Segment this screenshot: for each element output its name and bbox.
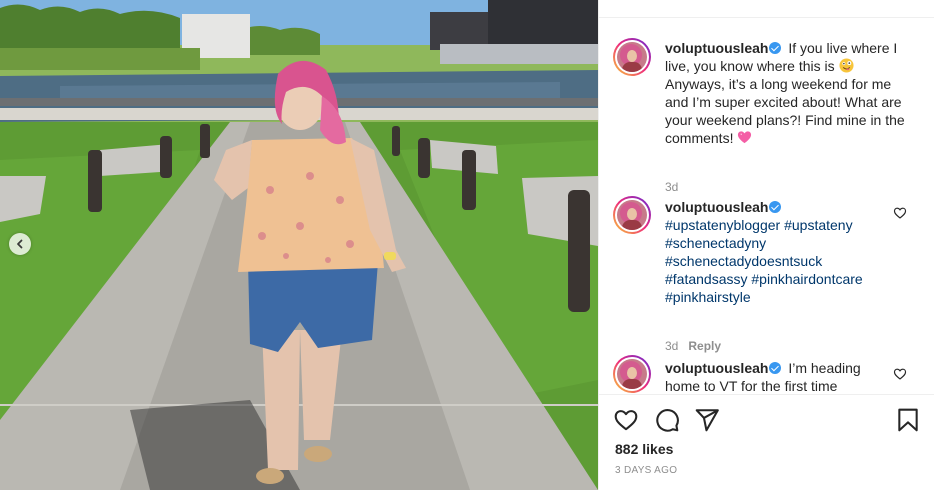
- post-date[interactable]: 3 DAYS AGO: [615, 465, 677, 476]
- comment-time[interactable]: 3d: [665, 180, 678, 194]
- hashtag-link[interactable]: #upstateny: [784, 217, 853, 233]
- comment-meta: 3d: [665, 180, 678, 194]
- hashtag-link[interactable]: #schenectadydoesntsuck: [665, 253, 822, 269]
- caption-text: voluptuousleah If you live where I live,…: [665, 39, 905, 147]
- bookmark-icon[interactable]: [895, 407, 921, 433]
- post-sidebar: voluptuousleah If you live where I live,…: [598, 0, 934, 490]
- comment-username[interactable]: voluptuousleah: [665, 360, 768, 376]
- comment-like-icon[interactable]: [893, 206, 907, 220]
- chevron-left-icon: [17, 239, 23, 249]
- hashtag-link[interactable]: #fatandsassy: [665, 271, 748, 287]
- comment-meta: 3d Reply: [665, 339, 721, 353]
- post-photo: [0, 0, 598, 490]
- comment-like-icon[interactable]: [893, 367, 907, 381]
- verified-badge-icon: [769, 201, 782, 213]
- comment-text: voluptuousleah I’m heading home to VT fo…: [665, 359, 887, 394]
- photo-scene: [0, 0, 598, 490]
- heart-emoji: [738, 131, 752, 144]
- share-icon[interactable]: [694, 407, 720, 433]
- hashtag-link[interactable]: #pinkhairdontcare: [751, 271, 862, 287]
- post-header-edge: [599, 0, 934, 18]
- comment-icon[interactable]: [654, 407, 680, 433]
- post-actions: 882 likes 3 DAYS AGO: [599, 394, 934, 490]
- reply-button[interactable]: Reply: [688, 339, 721, 353]
- comment-username[interactable]: voluptuousleah: [665, 199, 768, 215]
- comment-username[interactable]: voluptuousleah: [665, 40, 768, 56]
- previous-photo-button[interactable]: [9, 233, 31, 255]
- hashtag-text: voluptuousleah #upstatenyblogger #upstat…: [665, 198, 887, 306]
- like-count[interactable]: 882 likes: [615, 441, 673, 457]
- caption-text-part2: Anyways, it’s a long weekend for me and …: [665, 76, 905, 146]
- verified-badge-icon: [769, 362, 782, 374]
- avatar[interactable]: [613, 38, 651, 76]
- hashtag-link[interactable]: #schenectadyny: [665, 235, 766, 251]
- verified-badge-icon: [769, 42, 782, 54]
- zany-face-emoji: [839, 58, 854, 73]
- like-icon[interactable]: [613, 407, 639, 433]
- avatar[interactable]: [613, 355, 651, 393]
- hashtag-link[interactable]: #pinkhairstyle: [665, 289, 751, 305]
- avatar[interactable]: [613, 196, 651, 234]
- comments-list: voluptuousleah If you live where I live,…: [599, 18, 934, 394]
- hashtag-link[interactable]: #upstatenyblogger: [665, 217, 780, 233]
- comment-time[interactable]: 3d: [665, 339, 678, 353]
